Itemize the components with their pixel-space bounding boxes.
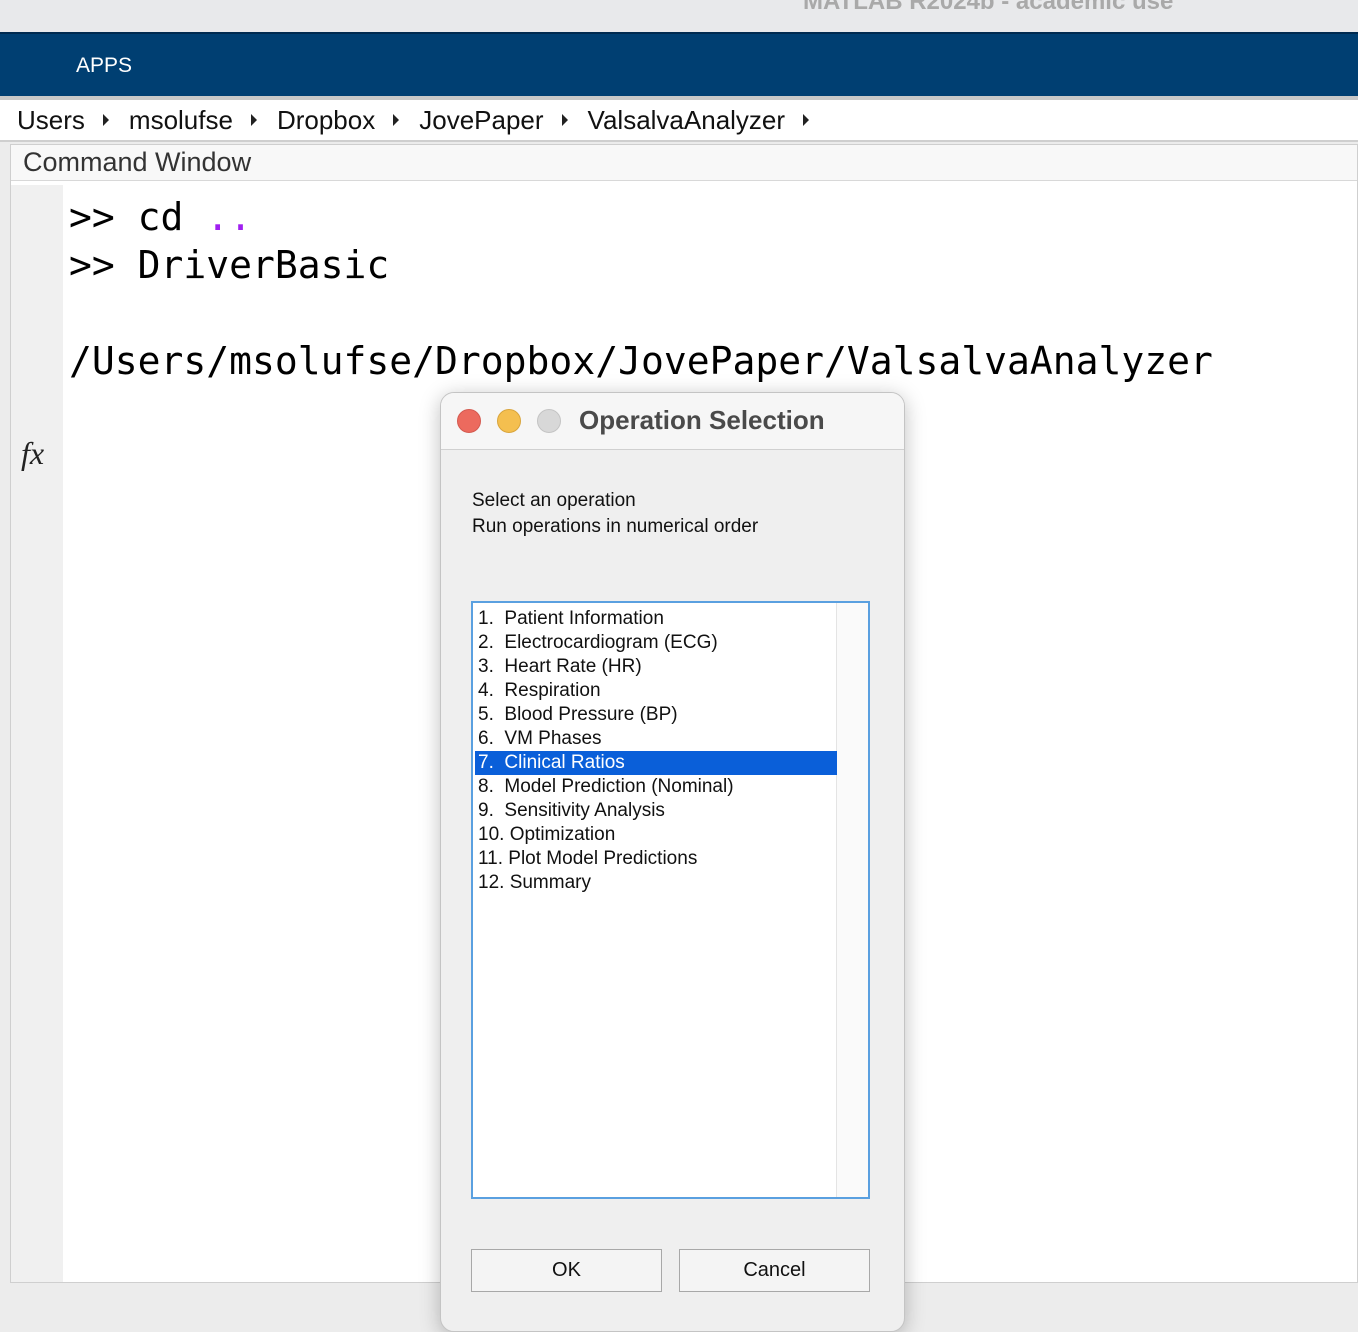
breadcrumb: Users msolufse Dropbox JovePaper ValsalvaAna… [0,100,1358,142]
title-bar: MATLAB R2024b - academic use [0,0,1358,32]
dialog-titlebar: Operation Selection [441,393,904,450]
list-item[interactable]: 1. Patient Information [475,607,837,631]
prompt: >> [69,195,138,239]
list-item[interactable]: 6. VM Phases [475,727,837,751]
ribbon: APPS [0,32,1358,96]
breadcrumb-item[interactable]: ValsalvaAnalyzer [588,105,786,136]
prompt: >> [69,243,138,287]
minimize-icon[interactable] [497,409,521,433]
command-window-title: Command Window [11,145,1357,181]
command-output[interactable]: >> cd .. >> DriverBasic /Users/msolufse/… [69,193,1213,385]
list-item[interactable]: 12. Summary [475,871,837,895]
chevron-right-icon[interactable] [393,114,400,126]
dialog-title: Operation Selection [579,405,825,435]
list-item[interactable]: 8. Model Prediction (Nominal) [475,775,837,799]
chevron-right-icon[interactable] [561,114,568,126]
breadcrumb-item[interactable]: JovePaper [419,105,543,136]
command-text: DriverBasic [137,243,390,287]
gutter: fx [11,185,63,1282]
list-item[interactable]: 4. Respiration [475,679,837,703]
list-item[interactable]: 3. Heart Rate (HR) [475,655,837,679]
cancel-button[interactable]: Cancel [679,1249,870,1292]
list-item[interactable]: 11. Plot Model Predictions [475,847,837,871]
close-icon[interactable] [457,409,481,433]
output-text: /Users/msolufse/Dropbox/JovePaper/Valsal… [69,339,1213,383]
list-item[interactable]: 2. Electrocardiogram (ECG) [475,631,837,655]
list-item[interactable]: 9. Sensitivity Analysis [475,799,837,823]
command-arg: .. [206,195,253,239]
prompt-line: Run operations in numerical order [472,516,759,537]
breadcrumb-item[interactable]: Dropbox [277,105,375,136]
app-title: MATLAB R2024b - academic use [803,0,1174,15]
list-item[interactable]: 5. Blood Pressure (BP) [475,703,837,727]
function-browser-icon[interactable]: fx [21,435,44,472]
operation-selection-dialog: Operation Selection Select an operation R… [440,392,905,1332]
breadcrumb-item[interactable]: Users [17,105,85,136]
scrollbar[interactable] [836,603,868,1197]
dialog-prompt: Select an operation Run operations in num… [472,488,758,540]
chevron-right-icon[interactable] [250,114,257,126]
operation-list[interactable]: 1. Patient Information 2. Electrocardiogr… [471,601,870,1199]
breadcrumb-item[interactable]: msolufse [129,105,233,136]
chevron-right-icon[interactable] [803,114,810,126]
command-text: cd [137,195,207,239]
chevron-right-icon[interactable] [102,114,109,126]
tab-apps[interactable]: APPS [76,54,132,78]
prompt-line: Select an operation [472,490,636,511]
zoom-icon [537,409,561,433]
list-item[interactable]: 10. Optimization [475,823,837,847]
list-item[interactable]: 7. Clinical Ratios [475,751,837,775]
ok-button[interactable]: OK [471,1249,662,1292]
